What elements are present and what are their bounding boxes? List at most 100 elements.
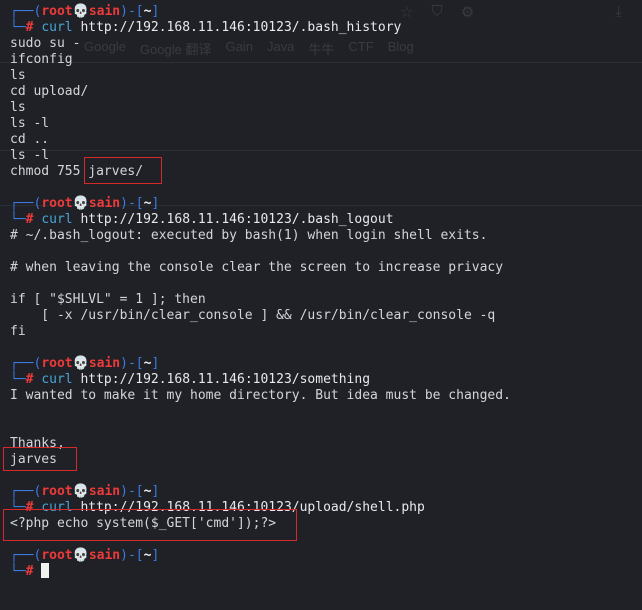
output-text: jarves	[10, 452, 57, 467]
command-name: curl	[41, 372, 73, 387]
prompt-host: sain	[88, 548, 121, 563]
output-line: [ -x /usr/bin/clear_console ] && /usr/bi…	[10, 308, 495, 324]
output-line: chmod 755 jarves/	[10, 164, 143, 180]
output-line: cd ..	[10, 132, 49, 148]
output-line: ls -l	[10, 116, 49, 132]
output-text: [ -x /usr/bin/clear_console ] && /usr/bi…	[10, 308, 496, 323]
prompt-user: root	[41, 4, 73, 19]
command-argument: http://192.168.11.146:10123/upload/shell…	[80, 500, 425, 515]
command-name: curl	[41, 20, 73, 35]
prompt-user: root	[41, 196, 73, 211]
bookmark-item: Blog	[387, 39, 414, 54]
command-name: curl	[41, 212, 73, 227]
toolbar-icons: ☆ ⛉ ⚙	[400, 3, 474, 21]
command-line-current: └─#	[10, 564, 33, 580]
bookmark-item: 牛牛	[308, 42, 335, 57]
prompt-bracket: ┌──(	[10, 484, 42, 499]
bookmarks-bar: Google Google 翻译 Gain Java 牛牛 CTF Blog	[84, 39, 414, 58]
output-text: ls -l	[10, 148, 50, 163]
prompt-bracket: ┌──(	[10, 196, 42, 211]
prompt-bracket: └─	[10, 500, 26, 515]
bookmark-item: Java	[266, 39, 295, 54]
output-text: ls -l	[10, 116, 50, 131]
prompt-bracket: └─	[10, 372, 26, 387]
prompt-bracket: )-[	[120, 548, 144, 563]
prompt-line: ┌──(root💀sain)-[~]	[10, 4, 159, 20]
output-line: ls -l	[10, 148, 49, 164]
output-line: ls	[10, 68, 26, 84]
output-line: # ~/.bash_logout: executed by bash(1) wh…	[10, 228, 487, 244]
output-line: I wanted to make it my home directory. B…	[10, 388, 511, 404]
bookmark-item: Google 翻译	[139, 42, 212, 57]
prompt-bracket: ]	[151, 4, 160, 19]
output-line: ifconfig	[10, 52, 73, 68]
prompt-line: ┌──(root💀sain)-[~]	[10, 196, 159, 212]
prompt-host: sain	[88, 356, 121, 371]
output-text: ifconfig	[10, 52, 73, 67]
command-line: └─# curl http://192.168.11.146:10123/som…	[10, 372, 370, 388]
prompt-line: ┌──(root💀sain)-[~]	[10, 484, 159, 500]
output-line: if [ "$SHLVL" = 1 ]; then	[10, 292, 206, 308]
prompt-bracket: └─	[10, 20, 26, 35]
command-line: └─# curl http://192.168.11.146:10123/.ba…	[10, 212, 394, 228]
output-line: Thanks,	[10, 436, 65, 452]
shield-icon: ⛉	[431, 3, 443, 20]
skull-icon: 💀	[72, 4, 89, 19]
bookmark-item: CTF	[348, 39, 374, 54]
output-text: cd ..	[10, 132, 50, 147]
bookmark-star-icon: ☆	[400, 4, 414, 21]
prompt-user: root	[41, 548, 73, 563]
prompt-bracket: )-[	[120, 356, 144, 371]
download-icon: ⤓	[615, 3, 622, 20]
skull-icon: 💀	[72, 356, 89, 371]
prompt-bracket: └─	[10, 564, 26, 579]
command-line: └─# curl http://192.168.11.146:10123/upl…	[10, 500, 425, 516]
command-argument: http://192.168.11.146:10123/.bash_histor…	[80, 20, 402, 35]
prompt-host: sain	[88, 196, 121, 211]
prompt-bracket: ]	[151, 484, 160, 499]
output-text: chmod 755 jarves/	[10, 164, 144, 179]
output-text: cd upload/	[10, 84, 89, 99]
prompt-bracket: ]	[151, 548, 160, 563]
prompt-bracket: )-[	[120, 4, 144, 19]
ghost-divider	[0, 62, 642, 63]
skull-icon: 💀	[72, 196, 89, 211]
command-argument: http://192.168.11.146:10123/.bash_logout	[80, 212, 394, 227]
output-line: sudo su -	[10, 36, 80, 52]
extensions-icon: ⚙	[460, 4, 475, 21]
command-name: curl	[41, 500, 73, 515]
bookmark-item: Gain	[225, 39, 253, 54]
prompt-bracket: ┌──(	[10, 548, 42, 563]
prompt-hash: #	[25, 372, 34, 387]
prompt-bracket: ]	[151, 356, 160, 371]
output-text: sudo su -	[10, 36, 81, 51]
prompt-hash: #	[25, 212, 34, 227]
ghost-divider	[0, 150, 642, 151]
terminal-cursor[interactable]	[41, 563, 49, 578]
bookmark-item: Google	[84, 39, 126, 54]
prompt-bracket: ┌──(	[10, 4, 42, 19]
output-line: # when leaving the console clear the scr…	[10, 260, 503, 276]
output-text: ls	[10, 68, 26, 83]
output-text: ls	[10, 100, 26, 115]
output-line: jarves	[10, 452, 57, 468]
output-line: cd upload/	[10, 84, 88, 100]
output-text: # when leaving the console clear the scr…	[10, 260, 504, 275]
output-text: Thanks,	[10, 436, 65, 451]
output-line: ls	[10, 100, 26, 116]
output-text: fi	[10, 324, 26, 339]
prompt-user: root	[41, 484, 73, 499]
output-line: fi	[10, 324, 26, 340]
skull-icon: 💀	[72, 484, 89, 499]
prompt-user: root	[41, 356, 73, 371]
output-text: # ~/.bash_logout: executed by bash(1) wh…	[10, 228, 488, 243]
prompt-bracket: ]	[151, 196, 160, 211]
prompt-bracket: ┌──(	[10, 356, 42, 371]
prompt-host: sain	[88, 4, 121, 19]
prompt-bracket: )-[	[120, 484, 144, 499]
prompt-hash: #	[25, 564, 34, 579]
prompt-hash: #	[25, 500, 34, 515]
command-argument: http://192.168.11.146:10123/something	[80, 372, 371, 387]
output-text: I wanted to make it my home directory. B…	[10, 388, 511, 403]
command-line: └─# curl http://192.168.11.146:10123/.ba…	[10, 20, 401, 36]
